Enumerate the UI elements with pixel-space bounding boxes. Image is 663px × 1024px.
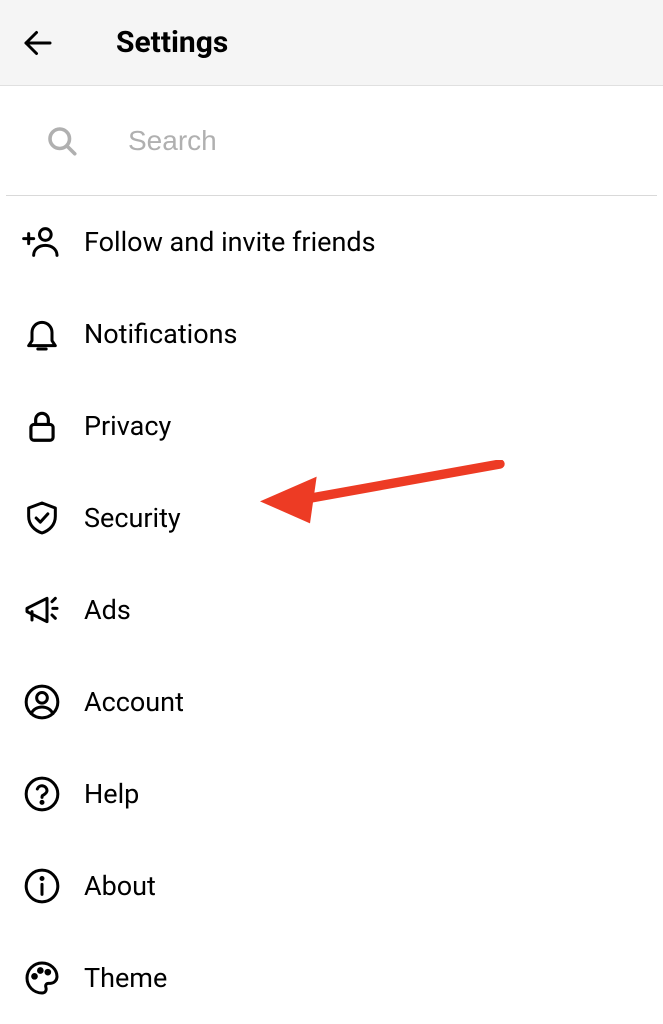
menu-item-label: About xyxy=(84,870,156,902)
search-input[interactable] xyxy=(128,125,619,157)
menu-item-help[interactable]: Help xyxy=(0,748,663,840)
palette-icon xyxy=(20,956,64,1000)
menu-item-follow-invite[interactable]: Follow and invite friends xyxy=(0,196,663,288)
bell-icon xyxy=(20,312,64,356)
menu-item-label: Theme xyxy=(84,962,167,994)
menu-item-label: Notifications xyxy=(84,318,237,350)
menu-item-label: Help xyxy=(84,778,139,810)
search-icon xyxy=(44,123,80,159)
lock-icon xyxy=(20,404,64,448)
menu-item-label: Security xyxy=(84,502,181,534)
menu-item-ads[interactable]: Ads xyxy=(0,564,663,656)
search-row[interactable] xyxy=(6,86,657,196)
menu-item-label: Account xyxy=(84,686,184,718)
arrow-left-icon xyxy=(20,25,56,61)
menu-item-notifications[interactable]: Notifications xyxy=(0,288,663,380)
page-title: Settings xyxy=(116,25,228,60)
menu-item-security[interactable]: Security xyxy=(0,472,663,564)
menu-item-label: Ads xyxy=(84,594,131,626)
info-circle-icon xyxy=(20,864,64,908)
add-user-icon xyxy=(20,220,64,264)
user-circle-icon xyxy=(20,680,64,724)
back-button[interactable] xyxy=(18,23,58,63)
header: Settings xyxy=(0,0,663,86)
menu-item-about[interactable]: About xyxy=(0,840,663,932)
shield-check-icon xyxy=(20,496,64,540)
menu-item-privacy[interactable]: Privacy xyxy=(0,380,663,472)
menu-item-theme[interactable]: Theme xyxy=(0,932,663,1024)
menu-item-label: Privacy xyxy=(84,410,171,442)
megaphone-icon xyxy=(20,588,64,632)
question-circle-icon xyxy=(20,772,64,816)
settings-menu: Follow and invite friends Notifications … xyxy=(0,196,663,1024)
menu-item-account[interactable]: Account xyxy=(0,656,663,748)
menu-item-label: Follow and invite friends xyxy=(84,226,376,258)
